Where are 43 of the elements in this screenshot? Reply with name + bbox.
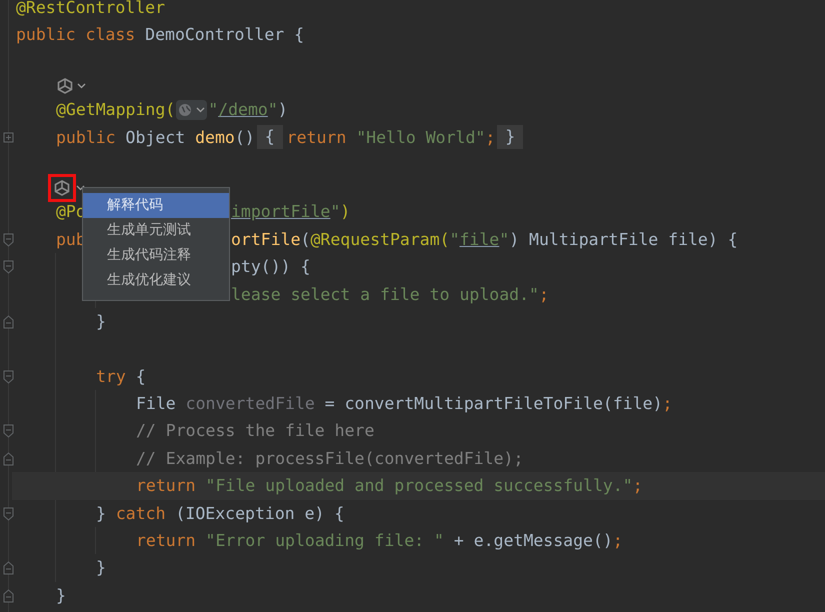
code-text: @RestController [16, 0, 166, 19]
code-text: public Object demo() [56, 126, 255, 149]
code-text: lease select a file to upload."; [231, 284, 549, 304]
code-text: } [96, 557, 106, 580]
code-text: } [56, 584, 66, 607]
fold-end-icon[interactable] [3, 314, 14, 329]
fold-start-icon[interactable] [3, 232, 14, 247]
fold-start-icon[interactable] [3, 260, 14, 274]
globe-icon [178, 102, 192, 117]
folded-code[interactable]: { [256, 125, 283, 150]
chevron-icon [76, 185, 85, 192]
fold-end-icon[interactable] [3, 452, 14, 466]
code-text: importFile") [231, 202, 350, 222]
code-text: try { [96, 366, 146, 388]
fold-start-icon[interactable] [3, 424, 14, 438]
folded-code[interactable]: } [497, 125, 524, 150]
code-text: } catch (IOException e) { [96, 502, 344, 525]
menu-item[interactable]: 生成优化建议 [83, 268, 229, 293]
code-text: } [96, 310, 106, 333]
chevron-icon [196, 106, 206, 113]
hexagon-icon [56, 78, 74, 94]
code-text: ortFile(@RequestParam("file") MultipartFile file) { [231, 230, 738, 249]
menu-item[interactable]: 解释代码 [83, 193, 229, 218]
code-text: pty()) { [231, 257, 310, 276]
code-text: // Process the file here [136, 420, 374, 442]
menu-item[interactable]: 生成单元测试 [83, 218, 229, 243]
code-text: public class DemoController { [16, 24, 304, 46]
fold-start-icon[interactable] [3, 506, 14, 521]
code-text: File convertedFile = convertMultipartFileToFile(file); [136, 393, 672, 416]
code-text: "/demo") [208, 99, 288, 122]
chevron-icon [77, 83, 86, 90]
hexagon-icon [53, 180, 71, 196]
menu-item[interactable]: 生成代码注释 [83, 243, 229, 268]
fold-end-icon[interactable] [3, 561, 14, 576]
code-text: return "File uploaded and processed successfully."; [136, 475, 643, 498]
expand-icon[interactable] [3, 130, 14, 145]
code-text: return "Error uploading file: " + e.getMessage(); [136, 530, 623, 552]
code-text: return "Hello World"; [286, 126, 496, 149]
code-text: @GetMapping( [56, 99, 176, 122]
fold-start-icon[interactable] [3, 370, 14, 384]
fold-end-icon[interactable] [3, 588, 14, 603]
globe-dropdown[interactable] [176, 100, 208, 120]
code-text: // Example: processFile(convertedFile); [136, 448, 524, 470]
